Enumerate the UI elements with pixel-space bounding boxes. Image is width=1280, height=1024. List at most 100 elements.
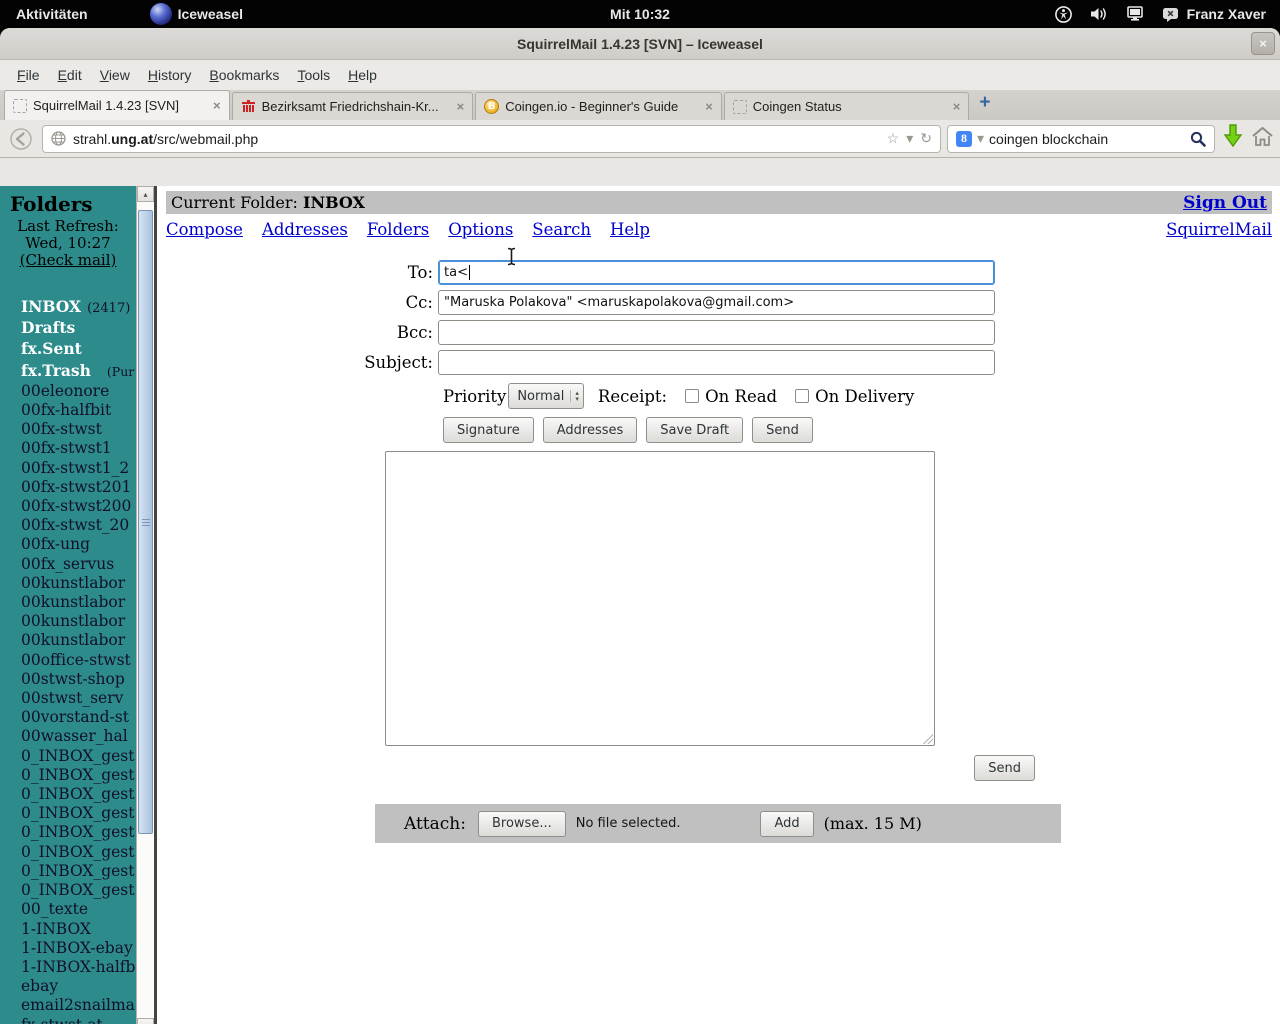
message-body-textarea[interactable] [385,451,935,746]
folder-item[interactable]: 00fx-stwst_20 [21,516,136,535]
folder-item[interactable]: email2snailma [21,996,136,1015]
nav-link[interactable]: Search [532,220,591,239]
tab-coingen-guide[interactable]: B Coingen.io - Beginner's Guide × [475,92,722,120]
display-icon[interactable] [1126,6,1144,22]
browse-button[interactable]: Browse... [477,810,566,837]
on-delivery-checkbox[interactable] [795,389,810,403]
menu-item[interactable]: View [91,63,139,87]
folder-item[interactable]: INBOX (2417) [21,297,136,318]
folder-item[interactable]: 00stwst_serv [21,689,136,708]
folder-item[interactable]: fx-stwst-at [21,1016,136,1024]
add-attachment-button[interactable]: Add [760,810,814,837]
active-app-menu[interactable]: Iceweasel [149,3,243,25]
download-button[interactable] [1221,123,1245,154]
menu-item[interactable]: Edit [49,63,91,87]
folder-item[interactable]: 0_INBOX_gest [21,766,136,785]
folder-item[interactable]: 00fx-stwst201 [21,478,136,497]
search-magnifier-icon[interactable] [1190,131,1206,147]
tab-coingen-status[interactable]: Coingen Status × [723,92,970,120]
reload-icon[interactable]: ↻ [920,130,932,147]
folder-item[interactable]: 00kunstlabor [21,631,136,650]
activities-button[interactable]: Aktivitäten [16,6,88,22]
send-button-bottom[interactable]: Send [974,755,1035,781]
window-titlebar[interactable]: SquirrelMail 1.4.23 [SVN] – Iceweasel × [0,28,1280,60]
folder-item[interactable]: 00fx-ung [21,535,136,554]
signature-button[interactable]: Signature [443,417,534,443]
folder-item[interactable]: 00fx_servus [21,555,136,574]
folder-item[interactable]: 00kunstlabor [21,612,136,631]
menu-item[interactable]: History [139,63,201,87]
scroll-up-icon[interactable]: ▴ [137,186,154,202]
folder-item[interactable]: fx.Sent [21,339,136,360]
folder-item[interactable]: 00kunstlabor [21,574,136,593]
folder-item[interactable]: 0_INBOX_gest [21,881,136,900]
folder-item[interactable]: 00kunstlabor [21,593,136,612]
menu-item[interactable]: File [8,63,49,87]
to-input[interactable]: ta< [438,260,995,285]
folder-item[interactable]: 1-INBOX-ebay [21,939,136,958]
volume-icon[interactable] [1090,6,1108,22]
tab-close-icon[interactable]: × [705,99,713,114]
search-bar[interactable]: 8 ▾ coingen blockchain [947,124,1215,153]
menu-item[interactable]: Bookmarks [200,63,288,87]
folder-item[interactable]: 0_INBOX_gest [21,747,136,766]
save-draft-button[interactable]: Save Draft [646,417,744,443]
nav-link[interactable]: Folders [367,220,429,239]
on-read-checkbox[interactable] [685,389,700,403]
send-button-top[interactable]: Send [752,417,813,443]
check-mail-link[interactable]: (Check mail) [0,252,136,269]
folder-item[interactable]: fx.Trash (Pur [21,361,136,382]
purge-link[interactable]: (Pur [107,364,134,379]
bcc-input[interactable] [438,320,995,345]
folder-item[interactable]: 00wasser_hal [21,727,136,746]
nav-link[interactable]: Addresses [262,220,348,239]
folder-item[interactable]: 00vorstand-st [21,708,136,727]
tab-close-icon[interactable]: × [213,98,221,113]
folder-item[interactable]: 0_INBOX_gest [21,823,136,842]
folder-item[interactable]: 00fx-stwst1 [21,439,136,458]
folder-item[interactable]: 00fx-stwst1_2 [21,459,136,478]
menu-item[interactable]: Tools [288,63,339,87]
folder-item[interactable]: 1-INBOX-halfb [21,958,136,977]
squirrelmail-brand-link[interactable]: SquirrelMail [1166,220,1272,239]
url-dropdown-icon[interactable]: ▾ [906,130,913,147]
priority-select[interactable]: Normal ▴ ▾ [508,383,584,409]
folder-item[interactable]: 0_INBOX_gest [21,843,136,862]
tab-close-icon[interactable]: × [953,99,961,114]
vertical-scroll-thumb[interactable] [138,210,153,834]
sign-out-link[interactable]: Sign Out [1183,193,1267,213]
menu-item[interactable]: Help [339,63,386,87]
bookmark-star-icon[interactable]: ☆ [887,130,900,147]
url-bar[interactable]: strahl.ung.at/src/webmail.php ☆ ▾ ↻ [42,124,941,153]
subject-input[interactable] [438,350,995,375]
resize-grip-icon[interactable] [923,734,933,744]
folder-item[interactable]: 00eleonore [21,382,136,401]
sidebar-vertical-scrollbar[interactable]: ▴ ▾ [136,186,154,1024]
tab-bezirksamt[interactable]: Bezirksamt Friedrichshain-Kr... × [231,92,474,120]
window-close-button[interactable]: × [1251,32,1275,55]
folder-item[interactable]: 0_INBOX_gest [21,785,136,804]
accessibility-icon[interactable] [1054,5,1072,23]
user-menu[interactable]: Franz Xaver [1162,6,1266,22]
nav-link[interactable]: Compose [166,220,243,239]
home-button[interactable] [1251,126,1274,152]
cc-input[interactable]: "Maruska Polakova" <maruskapolakova@gmai… [438,290,995,315]
new-tab-button[interactable]: + [971,92,998,118]
folder-item[interactable]: 00fx-halfbit [21,401,136,420]
folder-item[interactable]: 00office-stwst [21,651,136,670]
tab-squirrelmail[interactable]: SquirrelMail 1.4.23 [SVN] × [4,90,230,120]
nav-link[interactable]: Options [448,220,513,239]
folder-item[interactable]: ebay [21,977,136,996]
search-engine-dropdown-icon[interactable]: ▾ [977,130,984,147]
folder-item[interactable]: 00fx-stwst200 [21,497,136,516]
folder-item[interactable]: 0_INBOX_gest [21,804,136,823]
addresses-button[interactable]: Addresses [542,417,638,443]
clock[interactable]: Mit 10:32 [610,6,670,22]
back-button[interactable] [6,125,36,153]
folder-item[interactable]: 00fx-stwst [21,420,136,439]
folder-item[interactable]: Drafts [21,318,136,339]
folder-item[interactable]: 00stwst-shop [21,670,136,689]
tab-close-icon[interactable]: × [457,99,465,114]
scroll-down-icon[interactable]: ▾ [137,1018,154,1024]
search-input-text[interactable]: coingen blockchain [989,131,1108,147]
